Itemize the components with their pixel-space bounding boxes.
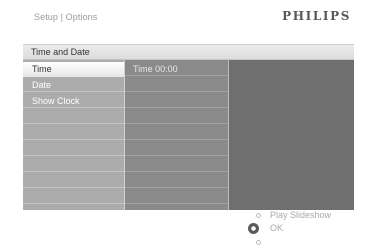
- ok-hint: OK: [270, 223, 284, 233]
- menu-column: Time Date Show Clock: [23, 60, 124, 210]
- section-title: Time and Date: [31, 47, 90, 57]
- menu-panels: Time Date Show Clock Time 00:00: [23, 60, 354, 210]
- menu-item-time[interactable]: Time: [23, 62, 124, 77]
- photo-frame-screen: Setup | Options PHILIPS Time and Date Ti…: [0, 0, 375, 252]
- footer-controls: Play Slideshow OK: [0, 210, 375, 252]
- value-column: Time 00:00: [124, 60, 229, 210]
- section-title-bar: Time and Date: [23, 44, 354, 60]
- menu-item-date[interactable]: Date: [23, 78, 124, 93]
- up-dot-icon: [256, 213, 261, 218]
- play-slideshow-hint: Play Slideshow: [270, 210, 332, 220]
- menu-item-label: Time: [32, 64, 52, 74]
- time-value[interactable]: Time 00:00: [125, 62, 228, 77]
- down-dot-icon: [256, 240, 261, 245]
- menu-item-label: Date: [32, 80, 52, 90]
- breadcrumb: Setup | Options: [34, 12, 98, 22]
- brand-logo: PHILIPS: [282, 9, 351, 23]
- header: Setup | Options PHILIPS: [0, 0, 375, 44]
- menu-item-label: Show Clock: [32, 96, 80, 106]
- preview-column: [229, 60, 354, 210]
- menu-item-show-clock[interactable]: Show Clock: [23, 94, 124, 109]
- ok-button-icon[interactable]: [248, 223, 259, 234]
